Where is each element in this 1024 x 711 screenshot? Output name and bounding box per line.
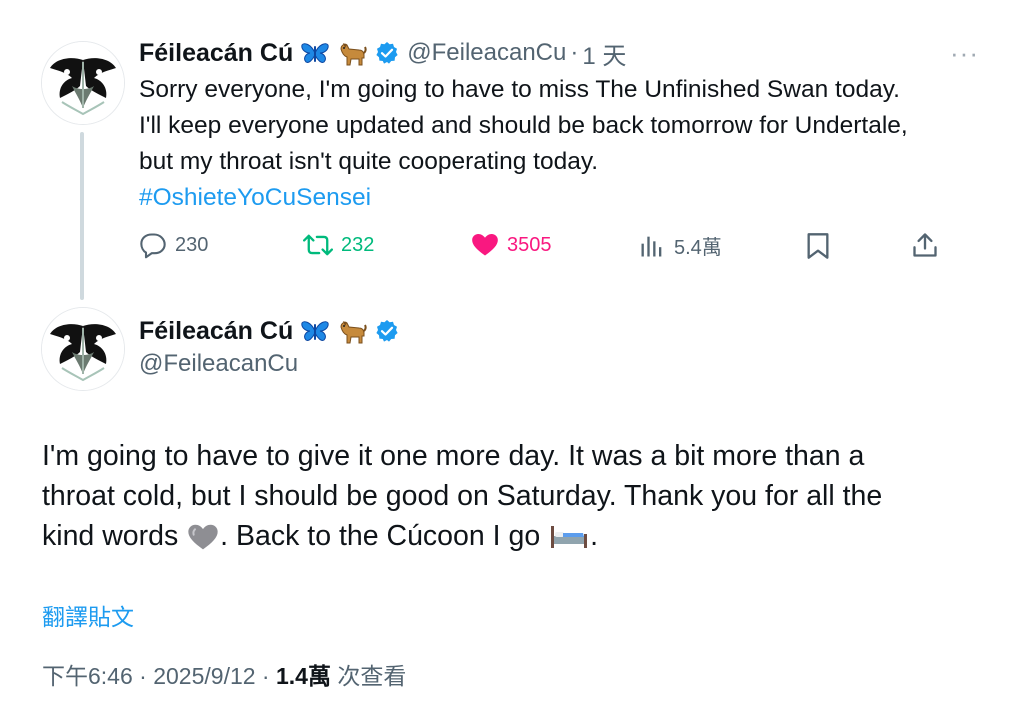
tweet2-text-segment: . Back to the Cúcoon I go <box>220 520 549 552</box>
verified-badge-icon <box>375 41 399 65</box>
handle[interactable]: @FeileacanCu <box>407 39 566 67</box>
tweet1-header: Féileacán Cú @FeileacanCu · 1 天 <box>139 36 626 70</box>
retweet-button[interactable]: 232 <box>303 231 374 259</box>
like-button[interactable]: 3505 <box>471 231 552 259</box>
tweet2-header: Féileacán Cú <box>139 314 399 348</box>
tweet2-line: I'm going to have to give it one more da… <box>42 440 865 472</box>
share-icon[interactable] <box>911 231 939 264</box>
meta-separator: · <box>255 663 276 689</box>
dog-emoji-icon <box>337 39 367 67</box>
tweet2-body: I'm going to have to give it one more da… <box>42 436 882 556</box>
thread-connector <box>80 132 84 300</box>
tweet2-text-segment: kind words <box>42 520 187 552</box>
dog-emoji-icon <box>337 317 367 345</box>
tweet2-line: kind words . Back to the Cúcoon I go . <box>42 516 882 556</box>
post-time[interactable]: 下午6:46 <box>42 663 133 689</box>
timestamp[interactable]: 1 天 <box>582 36 626 71</box>
post-meta: 下午6:46 · 2025/9/12 · 1.4萬 次查看 <box>42 657 406 691</box>
bookmark-icon[interactable] <box>805 232 831 265</box>
tweet1-line: Sorry everyone, I'm going to have to mis… <box>139 76 900 103</box>
retweet-icon <box>303 234 333 256</box>
reply-icon <box>140 233 166 259</box>
tweet2-text-segment: . <box>590 520 599 552</box>
translate-post-link[interactable]: 翻譯貼文 <box>42 598 134 632</box>
like-count: 3505 <box>507 233 552 256</box>
tweet1-line: but my throat isn't quite cooperating to… <box>139 148 599 175</box>
butterfly-emoji-icon <box>301 318 329 344</box>
hashtag-link[interactable]: #OshieteYoCuSensei <box>139 180 908 216</box>
more-options-icon[interactable]: ··· <box>950 38 979 69</box>
reply-button[interactable]: 230 <box>139 231 208 259</box>
tweet2-line: throat cold, but I should be good on Sat… <box>42 480 883 512</box>
handle[interactable]: @FeileacanCu <box>139 350 298 378</box>
retweet-count: 232 <box>341 233 375 256</box>
heart-filled-icon <box>472 234 498 256</box>
tweet1-line: I'll keep everyone updated and should be… <box>139 112 908 139</box>
post-views-count: 1.4萬 <box>276 663 331 689</box>
views-button[interactable]: 5.4萬 <box>638 231 722 260</box>
verified-badge-icon <box>375 319 399 343</box>
post-date[interactable]: 2025/9/12 <box>153 663 255 689</box>
analytics-icon <box>641 236 662 256</box>
separator-dot: · <box>570 39 579 66</box>
post-views-label: 次查看 <box>330 663 407 689</box>
grey-heart-emoji-icon <box>187 521 219 551</box>
meta-separator: · <box>132 663 154 689</box>
avatar[interactable] <box>41 41 125 125</box>
moth-avatar-icon <box>42 42 124 124</box>
display-name[interactable]: Féileacán Cú <box>139 317 293 346</box>
bed-emoji-icon <box>549 522 589 550</box>
avatar[interactable] <box>41 307 125 391</box>
display-name[interactable]: Féileacán Cú <box>139 39 293 68</box>
moth-avatar-icon <box>42 308 124 390</box>
reply-count: 230 <box>175 233 209 256</box>
tweet1-body: Sorry everyone, I'm going to have to mis… <box>139 72 908 216</box>
butterfly-emoji-icon <box>301 40 329 66</box>
views-count: 5.4萬 <box>674 237 722 259</box>
